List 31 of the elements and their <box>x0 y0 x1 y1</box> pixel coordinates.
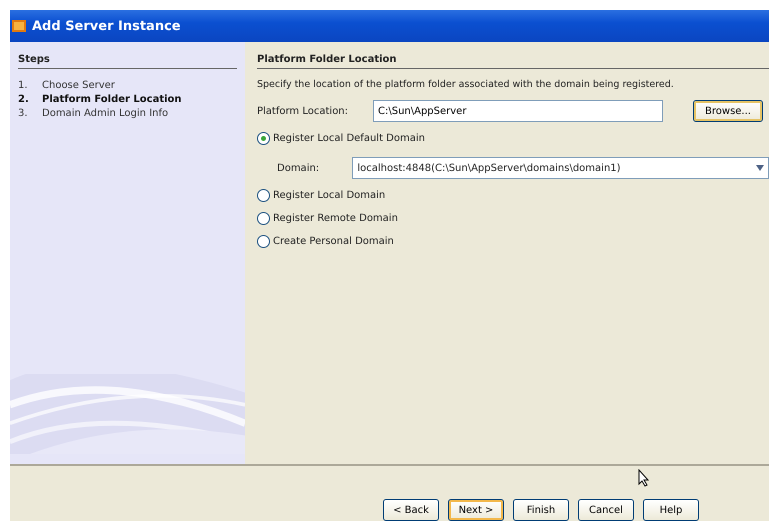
step-number: 2. <box>18 93 28 107</box>
dialog-button[interactable]: Finish <box>513 499 569 521</box>
window-title: Add Server Instance <box>32 18 181 34</box>
steps-heading: Steps <box>18 54 237 69</box>
radio-button[interactable] <box>257 132 270 145</box>
step-label: Platform Folder Location <box>42 93 182 107</box>
step-label: Choose Server <box>42 79 115 93</box>
browse-button[interactable]: Browse... <box>693 100 763 122</box>
field-label: Platform Location: <box>257 106 350 116</box>
step-number: 3. <box>18 107 28 121</box>
description-text: Specify the location of the platform folder associated with the domain being registered. <box>257 79 675 90</box>
radio-label[interactable]: Register Remote Domain <box>273 213 398 224</box>
domain-dropdown[interactable]: localhost:4848(C:\Sun\AppServer\domains\domain1) <box>352 157 769 179</box>
radio-label[interactable]: Register Local Default Domain <box>273 133 425 144</box>
dialog-button[interactable]: Next > <box>448 499 504 521</box>
step-number: 1. <box>18 79 28 93</box>
radio-label[interactable]: Register Local Domain <box>273 190 386 201</box>
mouse-cursor-icon <box>638 469 650 487</box>
field-label: Domain: <box>277 162 320 174</box>
caret-icon <box>756 165 764 171</box>
dialog-button[interactable]: Cancel <box>578 499 634 521</box>
radio-button[interactable] <box>257 212 270 225</box>
platform-location-field[interactable]: C:\Sun\AppServer <box>373 100 663 122</box>
dialog-button[interactable]: < Back <box>383 499 439 521</box>
radio-label[interactable]: Create Personal Domain <box>273 236 394 247</box>
app-icon <box>12 19 26 33</box>
step-label: Domain Admin Login Info <box>42 107 168 121</box>
dialog-button[interactable]: Help <box>643 499 699 521</box>
radio-button[interactable] <box>257 235 270 248</box>
radio-button[interactable] <box>257 189 270 202</box>
section-heading: Platform Folder Location <box>257 54 769 69</box>
